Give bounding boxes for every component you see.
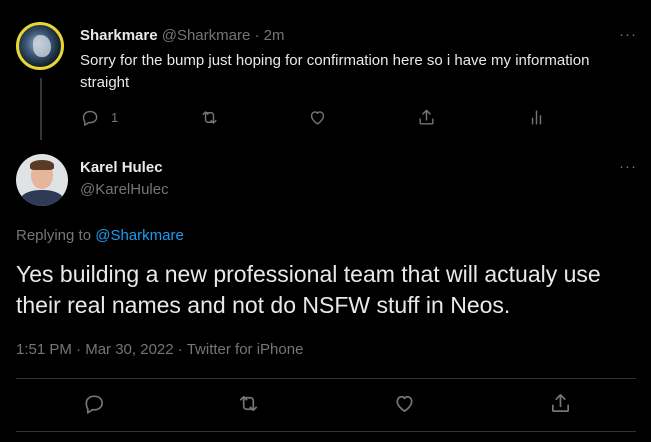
reply-more-options-icon[interactable]: ··· bbox=[618, 27, 638, 46]
retweet-icon bbox=[239, 395, 258, 412]
reply-tweet-header: Sharkmare @Sharkmare · 2m bbox=[80, 26, 285, 46]
retweet-button[interactable] bbox=[237, 392, 260, 415]
header-separator: · bbox=[254, 27, 260, 44]
heart-icon bbox=[310, 111, 325, 125]
divider bbox=[16, 378, 636, 379]
main-tweet-text: Yes building a new professional team tha… bbox=[16, 261, 601, 318]
tweet-date[interactable]: Mar 30, 2022 bbox=[85, 341, 173, 358]
heart-icon bbox=[396, 395, 413, 413]
share-button[interactable] bbox=[549, 392, 572, 415]
tweet-time[interactable]: 1:51 PM bbox=[16, 341, 72, 358]
tweet-metadata: 1:51 PM · Mar 30, 2022 · Twitter for iPh… bbox=[16, 340, 303, 360]
reply-icon bbox=[82, 110, 98, 126]
divider bbox=[16, 431, 636, 432]
tweet-source[interactable]: Twitter for iPhone bbox=[187, 341, 304, 358]
reply-count: 1 bbox=[111, 110, 119, 125]
main-more-options-icon[interactable]: ··· bbox=[618, 159, 638, 178]
replying-to-line: Replying to @Sharkmare bbox=[16, 226, 184, 246]
analytics-icon bbox=[531, 110, 542, 125]
reply-icon bbox=[85, 395, 103, 414]
share-icon bbox=[551, 394, 570, 413]
reply-timestamp[interactable]: 2m bbox=[264, 27, 285, 44]
meta-separator: · bbox=[76, 341, 82, 358]
share-button[interactable] bbox=[417, 108, 436, 127]
main-tweet-actions bbox=[16, 392, 636, 418]
retweet-icon bbox=[202, 111, 217, 124]
avatar-sharkmare[interactable] bbox=[16, 22, 64, 70]
reply-tweet-text: Sorry for the bump just hoping for confi… bbox=[80, 52, 590, 91]
tweet-thread: Sharkmare @Sharkmare · 2m ··· Sorry for … bbox=[0, 0, 651, 442]
reply-button[interactable]: 1 bbox=[80, 108, 118, 127]
main-author-name[interactable]: Karel Hulec bbox=[80, 158, 163, 178]
thread-connector-line bbox=[40, 78, 42, 140]
like-button[interactable] bbox=[308, 108, 327, 127]
like-button[interactable] bbox=[393, 392, 416, 415]
replying-to-label: Replying to bbox=[16, 227, 92, 244]
reply-tweet-actions: 1 bbox=[80, 106, 560, 130]
avatar-karel-hulec[interactable] bbox=[16, 154, 68, 206]
reply-author-name[interactable]: Sharkmare bbox=[80, 27, 158, 44]
reply-button[interactable] bbox=[82, 392, 105, 415]
share-icon bbox=[419, 109, 434, 125]
replying-to-mention[interactable]: @Sharkmare bbox=[95, 227, 184, 244]
retweet-button[interactable] bbox=[200, 108, 219, 127]
meta-separator: · bbox=[177, 341, 183, 358]
reply-author-handle[interactable]: @Sharkmare bbox=[162, 27, 251, 44]
analytics-button[interactable] bbox=[527, 108, 546, 127]
main-author-handle[interactable]: @KarelHulec bbox=[80, 180, 169, 200]
